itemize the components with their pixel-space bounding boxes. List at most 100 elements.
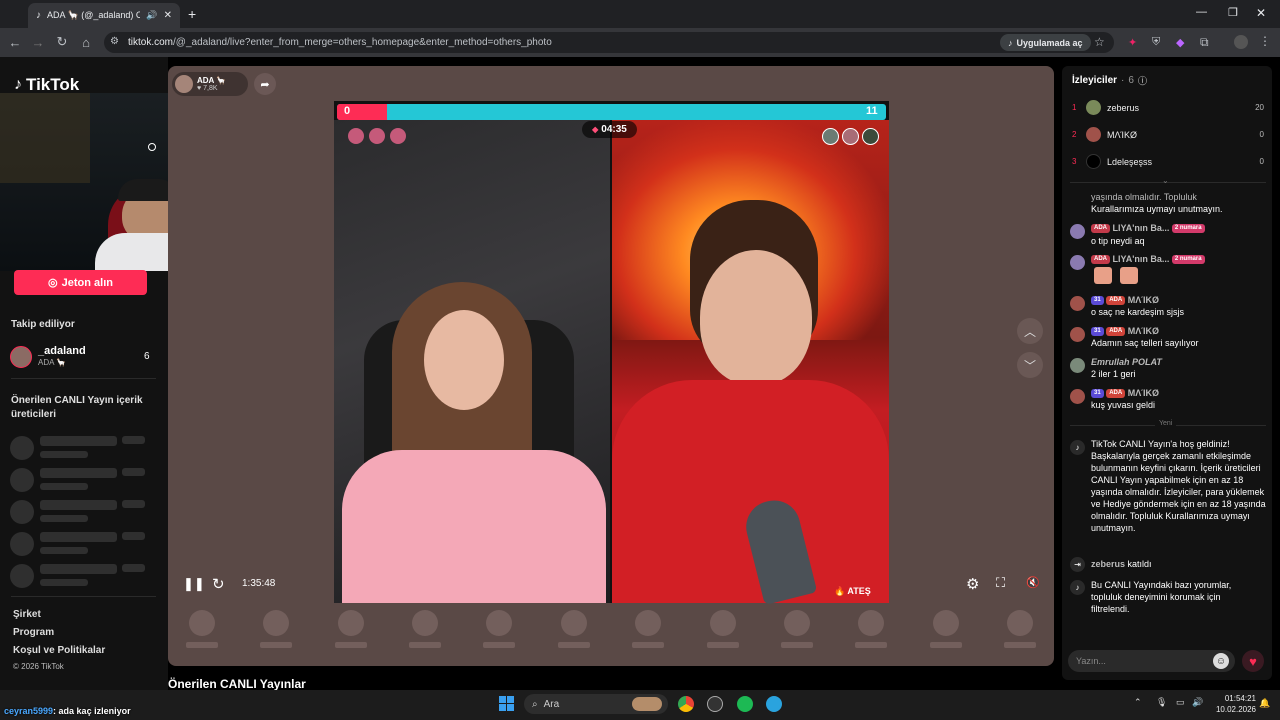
reload-icon[interactable]: ↻ [52, 32, 72, 52]
avatar [1070, 224, 1085, 239]
following-item[interactable]: _adaland ADA 🦙 6 [10, 344, 155, 370]
viewer-row[interactable]: 1 zeberus 20 [1072, 94, 1264, 121]
new-messages-divider: Yeni [1155, 420, 1177, 427]
extension-2-icon[interactable]: ◆ [1176, 36, 1184, 49]
windows-start-icon[interactable] [499, 696, 514, 711]
footer-link-terms[interactable]: Koşul ve Politikalar [13, 645, 105, 656]
extension-icon[interactable]: ✦ [1128, 36, 1137, 49]
avatar [1070, 255, 1085, 270]
chat-nick: LIYA'nın Ba... [1112, 254, 1170, 264]
suggested-lives-heading: Önerilen CANLI Yayınlar [168, 677, 306, 691]
avatar [1070, 327, 1085, 342]
fan-badge: ADA [1106, 296, 1126, 306]
taskbar-search[interactable]: ⌕ Ara [524, 694, 668, 714]
new-tab-icon[interactable]: + [188, 6, 196, 22]
tab-title: ADA 🦙 (@_adaland) CANL [47, 10, 141, 20]
home-icon[interactable]: ⌂ [76, 32, 96, 52]
get-coins-button[interactable]: ◎ Jeton alın [14, 270, 147, 295]
search-icon: ⌕ [532, 698, 538, 710]
copyright: © 2026 TikTok [13, 662, 64, 671]
notification-icon[interactable]: 🔔 [1259, 698, 1270, 709]
right-tag-label: ATEŞ [847, 586, 871, 596]
mute-icon[interactable]: 🔇 [1026, 576, 1040, 589]
microphone-icon[interactable]: 🎙 [1156, 697, 1167, 708]
chat-nick: MΛΊKØ [1127, 326, 1159, 336]
profile-avatar[interactable] [1234, 35, 1248, 49]
share-icon[interactable]: ➦ [254, 73, 276, 95]
battle-score-bar [337, 104, 886, 120]
speaker-icon[interactable]: 🔊 [146, 10, 157, 21]
emote-icon [1094, 267, 1112, 284]
right-streamer-tag: 🔥 ATEŞ [834, 586, 871, 597]
back-icon[interactable]: ← [5, 32, 25, 52]
shield-icon[interactable]: ⛨ [1152, 36, 1160, 49]
like-heart-icon[interactable]: ♥ [1242, 650, 1264, 672]
clock-time: 01:54:21 [1224, 694, 1256, 703]
host-info-pill[interactable]: ADA 🦙 ♥ 7,8K [172, 72, 248, 96]
tiktok-note-icon: ♪ [14, 76, 22, 93]
bookmark-star-icon[interactable]: ☆ [1094, 35, 1105, 49]
avatar [10, 346, 32, 368]
chevron-up-icon[interactable]: ︿ [1017, 318, 1043, 344]
forward-icon[interactable]: → [28, 32, 48, 52]
tiktok-logo[interactable]: ♪ TikTok [14, 75, 79, 95]
viewer-row[interactable]: 2 MΛΊKØ 0 [1072, 121, 1264, 148]
site-info-icon[interactable]: ⚙ [110, 36, 119, 47]
avatar [1086, 154, 1101, 169]
taskbar-clock[interactable]: 01:54:21 10.02.2026 [1210, 693, 1256, 715]
viewer-row[interactable]: 3 Ldeleşeşss 0 [1072, 148, 1264, 175]
close-window-icon[interactable]: ✕ [1256, 6, 1266, 20]
telegram-icon[interactable] [766, 696, 782, 712]
steam-icon[interactable] [707, 696, 723, 712]
restore-icon[interactable]: ❐ [1228, 6, 1238, 19]
chat-nick: MΛΊKØ [1127, 295, 1159, 305]
viewer-rank: 1 [1072, 103, 1077, 112]
emoji-icon[interactable]: ☺ [1213, 653, 1229, 669]
close-tab-icon[interactable]: ✕ [164, 10, 172, 21]
rank-badge: 2 numara [1171, 255, 1205, 265]
viewer-score: 20 [1255, 103, 1264, 112]
fan-badge: ADA [1091, 224, 1110, 234]
tray-chevron-icon[interactable]: ⌃ [1134, 697, 1142, 708]
spotify-icon[interactable] [737, 696, 753, 712]
collapse-chevron-icon[interactable]: ⌄ [1162, 176, 1169, 185]
browser-tab[interactable]: ♪ ADA 🦙 (@_adaland) CANL 🔊 ✕ [28, 3, 180, 28]
info-icon[interactable]: ⓘ [1138, 74, 1147, 87]
settings-gear-icon[interactable]: ⚙ [966, 575, 979, 593]
refresh-icon[interactable]: ↻ [212, 575, 225, 593]
footer-link-company[interactable]: Şirket [13, 609, 41, 620]
extensions-puzzle-icon[interactable]: ⧉ [1200, 35, 1209, 50]
fan-badge: ADA [1091, 255, 1110, 265]
url-host: tiktok.com [128, 37, 174, 48]
gift-row [186, 610, 1036, 648]
host-name: ADA 🦙 [197, 76, 227, 85]
left-streamer-video [334, 120, 610, 603]
open-in-app-button[interactable]: ♪ Uygulamada aç [1000, 34, 1091, 51]
chat-text: Adamın saç telleri sayılıyor [1091, 338, 1199, 348]
open-in-app-label: Uygulamada aç [1016, 37, 1083, 48]
host-likes: 7,8K [203, 85, 218, 92]
fullscreen-icon[interactable]: ⛶ [996, 575, 1005, 591]
chat-text: o saç ne kardeşim sjsjs [1091, 307, 1185, 317]
network-icon[interactable]: ▭ [1176, 697, 1185, 708]
pause-icon[interactable]: ❚❚ [183, 576, 205, 592]
face [700, 250, 812, 385]
chevron-down-icon[interactable]: ﹀ [1017, 352, 1043, 378]
url-field[interactable]: tiktok.com/@_adaland/live?enter_from_mer… [104, 32, 1114, 53]
menu-dots-icon[interactable]: ⋮ [1259, 34, 1271, 48]
level-badge: 31 [1091, 327, 1104, 337]
left-score: 0 [344, 105, 351, 117]
viewer-rank: 3 [1072, 157, 1077, 166]
tiktok-favicon-icon: ♪ [36, 10, 41, 21]
elapsed-time: 1:35:48 [242, 578, 276, 589]
overlay-user: ceyran5999 [4, 706, 54, 716]
chrome-icon[interactable] [678, 696, 694, 712]
divider [11, 596, 156, 597]
footer-link-program[interactable]: Program [13, 627, 54, 638]
minimize-icon[interactable]: — [1196, 6, 1207, 18]
fan-badge: ADA [1106, 327, 1126, 337]
chat-nick: MΛΊKØ [1127, 388, 1159, 398]
chat-partial-line-2: Kurallarımıza uymayı unutmayın. [1091, 204, 1223, 214]
volume-icon[interactable]: 🔊 [1192, 697, 1203, 708]
chat-input[interactable]: Yazın... [1068, 650, 1235, 672]
